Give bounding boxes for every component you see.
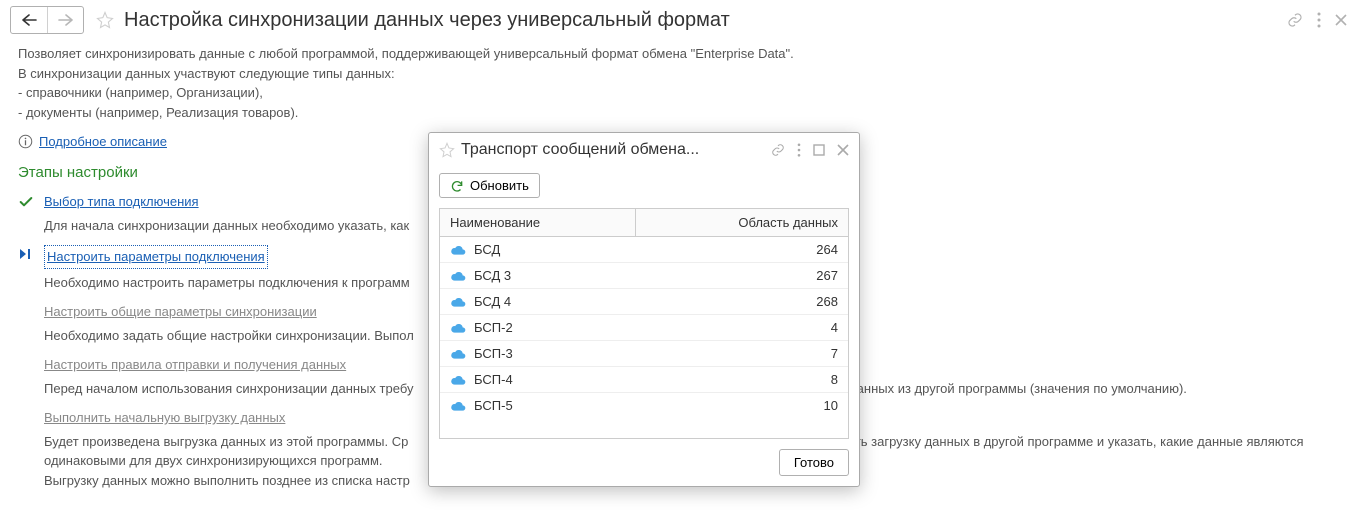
current-step-icon <box>18 247 32 261</box>
row-area: 264 <box>636 237 848 263</box>
favorite-star-icon[interactable] <box>439 142 455 158</box>
row-area: 8 <box>636 367 848 393</box>
refresh-icon <box>450 179 464 193</box>
link-icon[interactable] <box>1287 12 1303 28</box>
desc-bullet: - справочники (например, Организации), <box>18 83 1345 103</box>
maximize-icon[interactable] <box>813 144 825 156</box>
step-initial-upload[interactable]: Выполнить начальную выгрузку данных <box>44 410 285 425</box>
favorite-star-icon[interactable] <box>96 11 114 29</box>
cloud-icon <box>450 374 466 386</box>
cloud-icon <box>450 322 466 334</box>
cloud-icon <box>450 400 466 412</box>
cloud-icon <box>450 270 466 282</box>
row-name: БСП-4 <box>474 372 513 387</box>
link-icon[interactable] <box>771 143 785 157</box>
more-vertical-icon[interactable] <box>1317 12 1321 28</box>
table-row[interactable]: БСП-2 4 <box>440 315 848 341</box>
table-row[interactable]: БСП-3 7 <box>440 341 848 367</box>
transport-table: Наименование Область данных БСД 264 БСД 3 2… <box>440 209 848 418</box>
table-row[interactable]: БСП-5 10 <box>440 393 848 419</box>
close-icon[interactable] <box>837 144 849 156</box>
table-row[interactable]: БСП-4 8 <box>440 367 848 393</box>
row-area: 10 <box>636 393 848 419</box>
row-name: БСД 4 <box>474 294 511 309</box>
check-icon <box>18 194 34 210</box>
done-button[interactable]: Готово <box>779 449 849 476</box>
cloud-icon <box>450 296 466 308</box>
description-block: Позволяет синхронизировать данные с любо… <box>18 44 1345 122</box>
forward-button[interactable] <box>47 7 83 33</box>
desc-line: В синхронизации данных участвуют следующ… <box>18 64 1345 84</box>
step-connection-type[interactable]: Выбор типа подключения <box>44 194 199 209</box>
row-area: 267 <box>636 263 848 289</box>
back-button[interactable] <box>11 7 47 33</box>
info-icon <box>18 134 33 149</box>
arrow-left-icon <box>21 14 37 26</box>
refresh-button[interactable]: Обновить <box>439 173 540 198</box>
col-area-header[interactable]: Область данных <box>636 209 848 237</box>
row-name: БСД <box>474 242 500 257</box>
row-area: 7 <box>636 341 848 367</box>
row-name: БСП-2 <box>474 320 513 335</box>
nav-buttons <box>10 6 84 34</box>
arrow-right-icon <box>58 14 74 26</box>
transport-dialog: Транспорт сообщений обмена... Обновить <box>428 132 860 487</box>
refresh-label: Обновить <box>470 178 529 193</box>
page-title: Настройка синхронизации данных через уни… <box>124 9 1281 32</box>
table-row[interactable]: БСД 4 268 <box>440 289 848 315</box>
close-icon[interactable] <box>1335 14 1347 26</box>
row-name: БСП-5 <box>474 398 513 413</box>
dialog-title: Транспорт сообщений обмена... <box>461 141 765 159</box>
row-name: БСД 3 <box>474 268 511 283</box>
step-send-receive-rules[interactable]: Настроить правила отправки и получения д… <box>44 357 346 372</box>
desc-bullet: - документы (например, Реализация товаро… <box>18 103 1345 123</box>
cloud-icon <box>450 348 466 360</box>
step-connection-params[interactable]: Настроить параметры подключения <box>44 245 268 269</box>
table-row[interactable]: БСД 3 267 <box>440 263 848 289</box>
table-row[interactable]: БСД 264 <box>440 237 848 263</box>
more-vertical-icon[interactable] <box>797 143 801 157</box>
row-area: 268 <box>636 289 848 315</box>
cloud-icon <box>450 244 466 256</box>
step-general-params[interactable]: Настроить общие параметры синхронизации <box>44 304 317 319</box>
row-name: БСП-3 <box>474 346 513 361</box>
more-description-link[interactable]: Подробное описание <box>39 132 167 152</box>
row-area: 4 <box>636 315 848 341</box>
col-name-header[interactable]: Наименование <box>440 209 636 237</box>
desc-line: Позволяет синхронизировать данные с любо… <box>18 44 1345 64</box>
